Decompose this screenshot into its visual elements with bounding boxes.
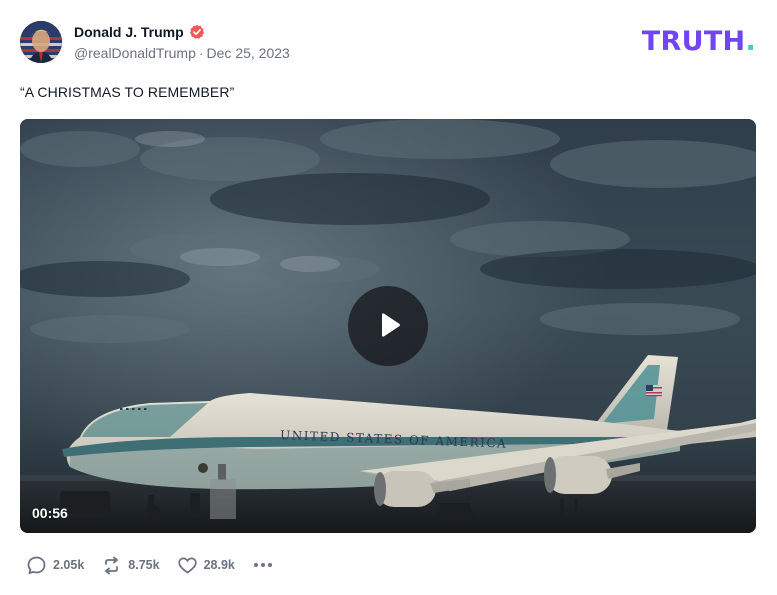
video-duration: 00:56 <box>32 505 68 521</box>
post-text: “A CHRISTMAS TO REMEMBER” <box>20 84 235 100</box>
retruth-button[interactable]: 8.75k <box>101 555 160 576</box>
action-bar: 2.05k 8.75k 28.9k <box>26 555 272 575</box>
more-dots-icon[interactable] <box>253 555 272 575</box>
reply-button[interactable]: 2.05k <box>26 555 84 576</box>
play-button[interactable] <box>348 286 428 366</box>
meta-row: @realDonaldTrump · Dec 25, 2023 <box>74 45 290 61</box>
handle[interactable]: @realDonaldTrump <box>74 45 196 61</box>
brand-dot: . <box>745 26 756 57</box>
name-row: Donald J. Trump <box>74 22 290 42</box>
video-player[interactable]: UNITED STATES OF AMERICA 00:56 <box>20 119 756 533</box>
retruth-icon <box>105 556 119 574</box>
reply-count: 2.05k <box>53 558 85 572</box>
truth-logo[interactable]: TRUTH. <box>642 28 756 55</box>
author-block: Donald J. Trump @realDonaldTrump · Dec 25,… <box>74 22 290 61</box>
like-button[interactable]: 28.9k <box>177 555 235 576</box>
heart-icon <box>177 557 197 573</box>
truth-social-post: Donald J. Trump @realDonaldTrump · Dec 25,… <box>0 0 777 595</box>
post-date[interactable]: Dec 25, 2023 <box>207 45 290 61</box>
retruth-count: 8.75k <box>128 558 160 572</box>
meta-separator: · <box>198 45 204 61</box>
reply-icon <box>27 556 46 574</box>
avatar[interactable] <box>20 21 62 63</box>
like-count: 28.9k <box>203 558 235 572</box>
display-name[interactable]: Donald J. Trump <box>74 24 184 40</box>
brand-text: TRUTH <box>641 26 746 57</box>
play-icon <box>382 313 400 337</box>
more-dot <box>260 563 265 567</box>
more-dot <box>267 563 272 567</box>
avatar-image <box>20 21 62 63</box>
more-dot <box>253 563 258 567</box>
verified-badge-icon <box>189 24 205 40</box>
